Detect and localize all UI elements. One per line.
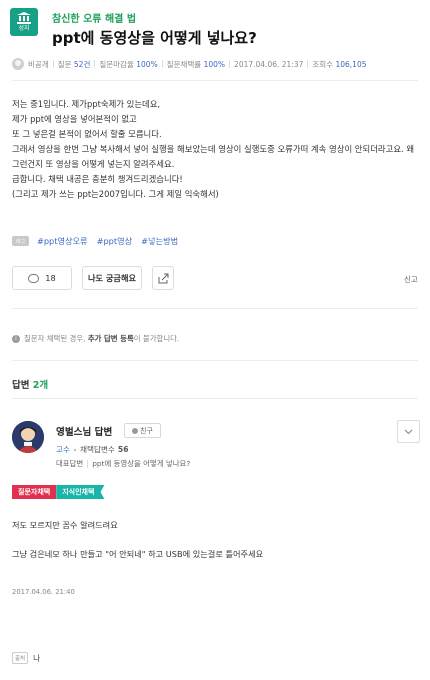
answer-date: 2017.04.06. 21:40: [12, 588, 75, 596]
answer-text-line: 그냥 검은네모 하나 만들고 "어 안되네" 하고 USB에 있는걸로 틀어주세…: [12, 549, 264, 559]
answers-label: 답변: [12, 380, 30, 391]
divider: [161, 60, 163, 68]
badge-label: 성지: [18, 25, 30, 32]
curious-button[interactable]: 나도 궁금해요: [82, 266, 142, 290]
comment-count: 18: [45, 273, 56, 283]
asker-adopted-badge: 질문자채택: [12, 485, 57, 499]
tag-icon: 태그: [12, 236, 29, 246]
section-divider: [12, 360, 418, 361]
source-label: 출처: [12, 652, 29, 664]
person-icon: [132, 427, 139, 434]
adopt-rate-label: 질문채택률: [166, 59, 202, 69]
answer-menu-button[interactable]: [397, 420, 420, 443]
answerer-rank: 고수 채택답변수 56: [56, 444, 129, 455]
notice-prefix: 질문자 채택된 경우,: [24, 334, 86, 343]
share-button[interactable]: [152, 266, 174, 290]
answerer-avatar[interactable]: [12, 421, 44, 453]
tag-list: 태그 #ppt영상오류 #ppt영상 #넣는방법: [12, 234, 187, 248]
tag-link[interactable]: #ppt영상: [97, 235, 133, 247]
divider: [52, 60, 54, 68]
answer-text-line: 저도 모르지만 꼽수 알려드려요: [12, 520, 118, 530]
dot-separator: [73, 448, 76, 451]
friend-label: 친구: [140, 426, 153, 435]
category-badge[interactable]: 성지: [10, 8, 38, 36]
notice-bold: 추가 답변 등록: [87, 334, 134, 343]
deadline-rate-label: 질문마감율: [99, 59, 134, 69]
question-count-label: 질문: [57, 59, 72, 69]
views-label: 조회수: [312, 59, 334, 69]
rep-title[interactable]: ppt에 동영상을 어떻게 넣나요?: [92, 458, 190, 469]
divider: [94, 60, 96, 68]
report-link[interactable]: 신고: [404, 274, 418, 285]
comment-icon: [28, 273, 40, 283]
adoption-ribbons: 질문자채택 지식인채택: [12, 485, 105, 499]
question-datetime: 2017.04.06. 21:37: [234, 59, 304, 69]
source-value: 나: [33, 653, 41, 663]
page-title: ppt에 동영상을 어떻게 넣나요?: [52, 29, 257, 47]
author-name: 비공개: [28, 59, 49, 69]
question-actions: 18 나도 궁금해요: [12, 266, 174, 290]
section-divider: [12, 398, 418, 399]
comment-button[interactable]: 18: [12, 266, 72, 290]
adopt-rate: 100%: [203, 59, 226, 69]
representative-answer: 대표답변 ppt에 동영상을 어떻게 넣나요?: [56, 458, 190, 469]
adopt-count: 56: [117, 445, 129, 454]
divider: [307, 60, 309, 68]
share-icon: [158, 273, 168, 283]
answerer-name[interactable]: 영벌스님 답변: [56, 424, 112, 438]
category-link[interactable]: 참신한 오류 해결 법: [52, 10, 136, 25]
add-friend-button[interactable]: 친구: [124, 423, 161, 438]
rep-label: 대표답변: [56, 459, 84, 468]
adopt-notice: i 질문자 채택된 경우, 추가 답변 등록 이 불가합니다.: [12, 333, 179, 344]
answers-header: 답변 2개: [12, 377, 48, 391]
avatar-image: [12, 421, 44, 453]
deadline-rate: 100%: [136, 59, 158, 69]
kin-adopted-badge: 지식인채택: [56, 485, 105, 499]
section-divider: [12, 308, 418, 309]
answer-source: 출처 나: [12, 652, 40, 664]
adopt-label: 채택답변수: [79, 445, 115, 454]
question-header: 성지 참신한 오류 해결 법 ppt에 동영상을 어떻게 넣나요?: [10, 8, 420, 47]
building-icon: [17, 12, 31, 24]
divider: [87, 459, 89, 468]
tag-link[interactable]: #ppt영상오류: [37, 235, 88, 247]
section-divider: [12, 80, 418, 81]
answerer-grade: 고수: [56, 445, 70, 454]
answers-count: 2개: [32, 380, 49, 391]
question-meta: 비공개 질문 52건 질문마감율 100% 질문채택률 100% 2017.04…: [12, 57, 366, 71]
question-body: 저는 중1입니다. 제가ppt숙제가 있는데요, 제가 ppt에 영상을 넣어본…: [12, 99, 415, 199]
info-icon: i: [12, 334, 20, 343]
tag-link[interactable]: #넣는방법: [141, 235, 178, 247]
notice-suffix: 이 불가합니다.: [133, 334, 180, 343]
views-count: 106,105: [335, 59, 367, 69]
divider: [229, 60, 231, 68]
chevron-down-icon: [404, 429, 413, 434]
author-avatar: [12, 58, 24, 70]
question-count: 52건: [73, 59, 91, 69]
